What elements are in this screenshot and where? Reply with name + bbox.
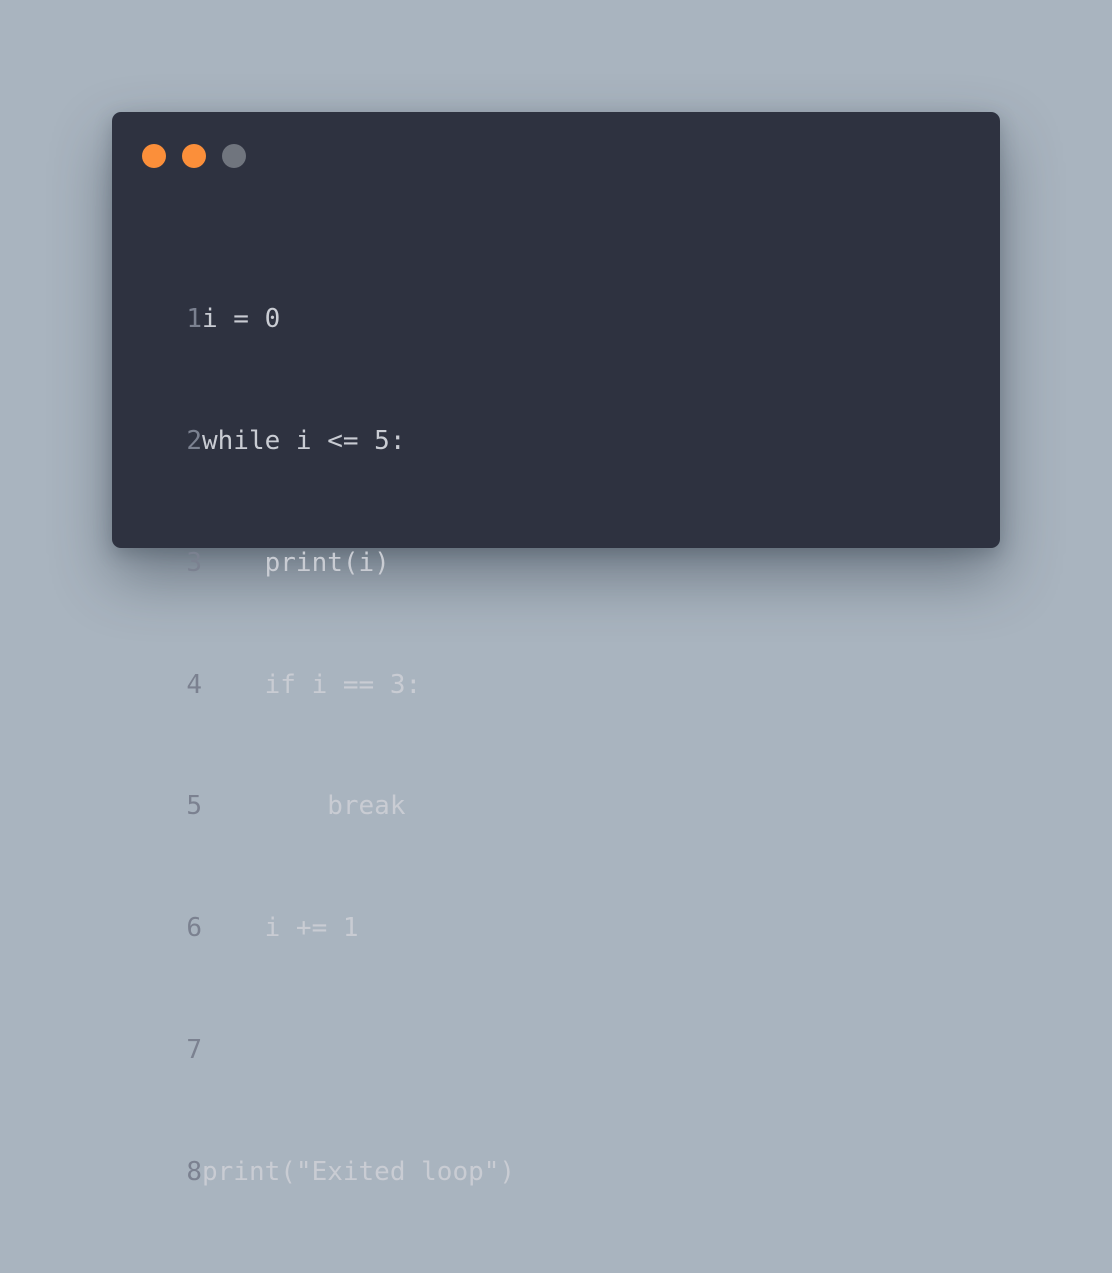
close-dot[interactable] — [142, 144, 166, 168]
line-number: 2 — [186, 425, 202, 456]
line-text: if i == 3: — [202, 669, 422, 700]
line-text: print("Exited loop") — [202, 1156, 516, 1187]
line-number: 7 — [186, 1034, 202, 1065]
code-line: 2 while i <= 5: — [162, 421, 515, 462]
maximize-dot[interactable] — [222, 144, 246, 168]
code-line: 8 print("Exited loop") — [162, 1152, 515, 1193]
line-text: print(i) — [202, 547, 390, 578]
line-number: 8 — [186, 1156, 202, 1187]
code-window: 1i = 0 2 while i <= 5: 3 print(i) 4 if i … — [112, 112, 1000, 1187]
line-number: 1 — [186, 304, 202, 335]
code-line: 1i = 0 — [162, 299, 515, 340]
code-line: 4 if i == 3: — [162, 665, 515, 706]
line-number: 3 — [186, 547, 202, 578]
line-number: 5 — [186, 791, 202, 822]
code-line: 3 print(i) — [162, 543, 515, 584]
line-text: while i <= 5: — [202, 425, 406, 456]
minimize-dot[interactable] — [182, 144, 206, 168]
code-line: 6 i += 1 — [162, 908, 515, 949]
line-text: break — [202, 791, 406, 822]
window-controls — [142, 144, 246, 168]
code-block: 1i = 0 2 while i <= 5: 3 print(i) 4 if i … — [162, 218, 515, 1273]
line-number: 6 — [186, 913, 202, 944]
line-number: 4 — [186, 669, 202, 700]
line-text: i = 0 — [202, 304, 281, 335]
line-text: i += 1 — [202, 913, 359, 944]
code-line: 5 break — [162, 786, 515, 827]
code-line: 7 — [162, 1030, 515, 1071]
